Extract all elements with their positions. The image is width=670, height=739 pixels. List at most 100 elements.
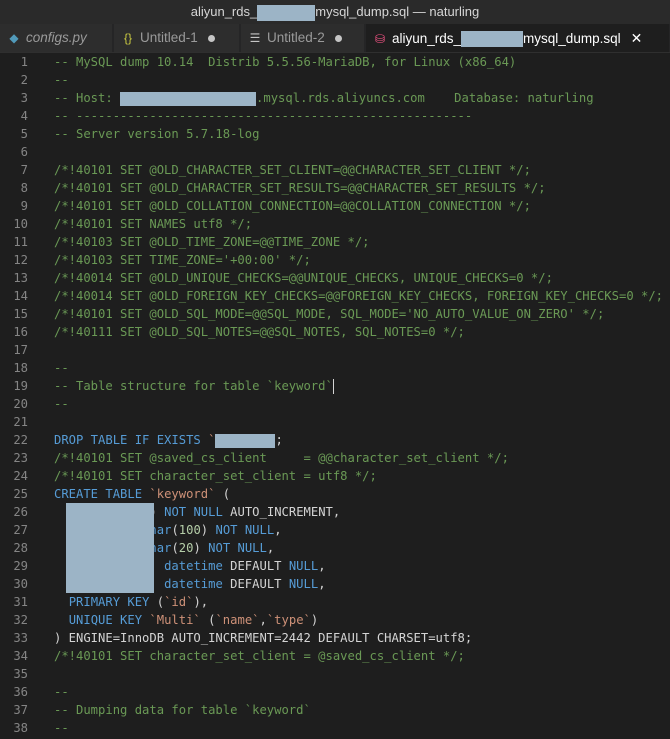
code-text: /*!40103 SET TIME_ZONE='+00:00' */; — [54, 251, 311, 269]
redaction-box — [66, 503, 154, 593]
code-token: -- Dumping data for table `keyword` — [54, 703, 311, 717]
code-token: ( — [215, 487, 231, 501]
line-number: 4 — [20, 109, 28, 123]
code-text: -- — [54, 395, 69, 413]
code-token: -- Table structure for table `keyword` — [54, 379, 333, 393]
code-line: 4 -- ------------------------------------… — [0, 107, 670, 125]
tab-untitled-2[interactable]: ☰ Untitled-2 — [241, 24, 365, 52]
code-text: /*!40101 SET NAMES utf8 */; — [54, 215, 252, 233]
line-number: 7 — [20, 163, 28, 177]
python-icon: ◆ — [9, 31, 19, 45]
tab-configs-py[interactable]: ◆ configs.py — [0, 24, 113, 52]
code-token: 20 — [178, 541, 194, 555]
code-line: 21 — [0, 413, 670, 431]
code-token: ) ENGINE=InnoDB AUTO_INCREMENT=2442 DEFA… — [54, 631, 473, 645]
line-number: 11 — [13, 235, 28, 249]
code-line: 31 PRIMARY KEY (`id`), — [0, 593, 670, 611]
line-number: 22 — [13, 433, 28, 447]
code-text: -- — [54, 719, 69, 737]
code-line: 12 /*!40103 SET TIME_ZONE='+00:00' */; — [0, 251, 670, 269]
line-number: 27 — [13, 523, 28, 537]
code-token: /*!40014 SET @OLD_FOREIGN_KEY_CHECKS=@@F… — [54, 289, 664, 303]
code-token: , — [318, 559, 326, 573]
code-line: 7 /*!40101 SET @OLD_CHARACTER_SET_CLIENT=… — [0, 161, 670, 179]
code-token: `type` — [266, 613, 311, 627]
line-number: 36 — [13, 685, 28, 699]
code-line: 34 /*!40101 SET character_set_client = @s… — [0, 647, 670, 665]
code-text: /*!40101 SET @saved_cs_client = @@charac… — [54, 449, 509, 467]
code-token: `keyword` — [149, 487, 216, 501]
tab-untitled-1[interactable]: {} Untitled-1 — [114, 24, 240, 52]
window-title-prefix: aliyun_rds_ — [190, 4, 258, 19]
code-token: /*!40103 SET TIME_ZONE='+00:00' */; — [54, 253, 311, 267]
text-cursor — [332, 379, 334, 394]
code-token: /*!40111 SET @OLD_SQL_NOTES=@@SQL_NOTES,… — [54, 325, 465, 339]
line-number: 6 — [20, 145, 28, 159]
code-editor[interactable]: 1 -- MySQL dump 10.14 Distrib 5.5.56-Mari… — [0, 53, 670, 739]
code-token: NOT NULL — [208, 541, 267, 555]
code-text: -- Server version 5.7.18-log — [54, 125, 259, 143]
code-text: /*!40103 SET @OLD_TIME_ZONE=@@TIME_ZONE … — [54, 233, 370, 251]
code-line: 23 /*!40101 SET @saved_cs_client = @@char… — [0, 449, 670, 467]
code-line: 32 UNIQUE KEY `Multi` (`name`,`type`) — [0, 611, 670, 629]
code-token: /*!40101 SET @OLD_SQL_MODE=@@SQL_MODE, S… — [54, 307, 605, 321]
code-text: /*!40101 SET @OLD_CHARACTER_SET_CLIENT=@… — [54, 161, 531, 179]
code-token: datetime — [164, 559, 223, 573]
code-text: ) ENGINE=InnoDB AUTO_INCREMENT=2442 DEFA… — [54, 629, 472, 647]
code-text: -- — [54, 71, 69, 89]
code-line: 5 -- Server version 5.7.18-log — [0, 125, 670, 143]
line-number: 14 — [13, 289, 28, 303]
line-number: 18 — [13, 361, 28, 375]
code-token: ` — [208, 433, 216, 447]
code-line: 20 -- — [0, 395, 670, 413]
line-number: 21 — [13, 415, 28, 429]
code-line: 24 /*!40101 SET character_set_client = ut… — [0, 467, 670, 485]
code-token: DEFAULT — [222, 577, 289, 591]
code-token: ) — [193, 541, 209, 555]
code-line: 35 — [0, 665, 670, 683]
line-number: 5 — [20, 127, 28, 141]
code-token: ) — [310, 613, 319, 627]
code-text: -- Table structure for table `keyword` — [54, 377, 334, 395]
line-number: 33 — [13, 631, 28, 645]
code-text: /*!40101 SET @OLD_CHARACTER_SET_RESULTS=… — [54, 179, 546, 197]
code-line: 16 /*!40111 SET @OLD_SQL_NOTES=@@SQL_NOTE… — [0, 323, 670, 341]
code-token: -- -------------------------------------… — [54, 109, 473, 123]
code-token: AUTO_INCREMENT, — [222, 505, 341, 519]
tab-label: Untitled-2 — [267, 30, 325, 45]
code-token: -- — [54, 685, 69, 699]
close-icon[interactable]: ✕ — [631, 24, 643, 52]
window-title-suffix: mysql_dump.sql — naturling — [315, 4, 480, 19]
database-icon: ⛁ — [374, 32, 386, 46]
redaction-box — [461, 31, 524, 48]
code-line: 19 -- Table structure for table `keyword` — [0, 377, 670, 395]
code-line: 15 /*!40101 SET @OLD_SQL_MODE=@@SQL_MODE,… — [0, 305, 670, 323]
tab-label-prefix: aliyun_rds_ — [392, 31, 462, 46]
line-number: 17 — [13, 343, 28, 357]
code-token: -- — [54, 721, 69, 735]
code-token: ) — [200, 523, 216, 537]
redaction-box — [120, 91, 257, 106]
line-number: 2 — [20, 73, 28, 87]
code-text: CREATE TABLE `keyword` ( — [54, 485, 230, 503]
tab-mysql-dump-sql[interactable]: ⛁ aliyun_rds_ mysql_dump.sql ✕ — [366, 24, 670, 52]
tab-label: configs.py — [26, 30, 87, 45]
code-text: DROP TABLE IF EXISTS `; — [54, 431, 283, 449]
line-number: 35 — [13, 667, 28, 681]
code-line: 3 -- Host: .mysql.rds.aliyuncs.com Databa… — [0, 89, 670, 107]
code-token: -- MySQL dump 10.14 Distrib 5.5.56-Maria… — [54, 55, 517, 69]
line-number: 20 — [13, 397, 28, 411]
code-token: DEFAULT — [222, 559, 289, 573]
line-number: 37 — [13, 703, 28, 717]
code-text: PRIMARY KEY (`id`), — [54, 593, 208, 611]
code-line: 33 ) ENGINE=InnoDB AUTO_INCREMENT=2442 DE… — [0, 629, 670, 647]
editor-lines: 1 -- MySQL dump 10.14 Distrib 5.5.56-Mari… — [0, 53, 670, 737]
code-line: 14 /*!40014 SET @OLD_FOREIGN_KEY_CHECKS=@… — [0, 287, 670, 305]
code-token: ( — [171, 541, 179, 555]
code-token: , — [266, 541, 275, 555]
code-line: 1 -- MySQL dump 10.14 Distrib 5.5.56-Mari… — [0, 53, 670, 71]
code-token: .mysql.rds.aliyuncs.com Database: naturl… — [256, 91, 594, 105]
code-text: /*!40014 SET @OLD_FOREIGN_KEY_CHECKS=@@F… — [54, 287, 663, 305]
code-text: /*!40111 SET @OLD_SQL_NOTES=@@SQL_NOTES,… — [54, 323, 465, 341]
